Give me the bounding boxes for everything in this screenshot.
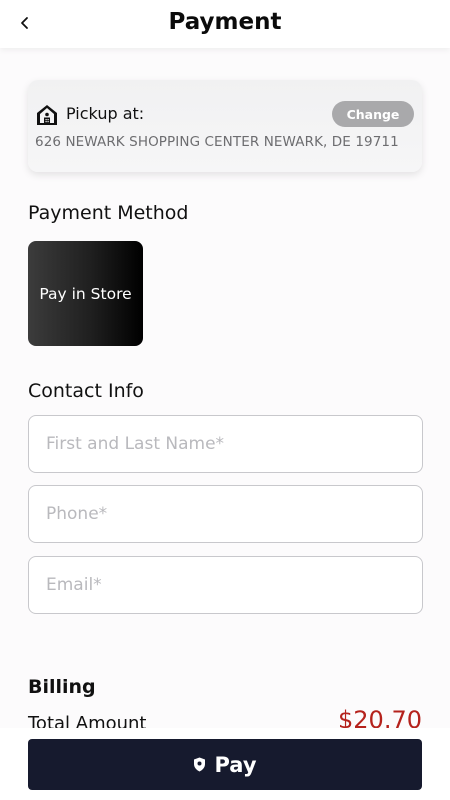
pickup-label: Pickup at:: [66, 104, 145, 123]
shield-icon: [193, 757, 206, 772]
payment-method-title: Payment Method: [28, 202, 189, 224]
app-header: Payment: [0, 0, 450, 48]
phone-input[interactable]: [28, 485, 423, 543]
billing-title: Billing: [28, 676, 96, 698]
contact-info-title: Contact Info: [28, 380, 144, 402]
name-input[interactable]: [28, 415, 423, 473]
page-title: Payment: [168, 9, 282, 35]
email-input[interactable]: [28, 556, 423, 614]
pay-button[interactable]: Pay: [28, 739, 422, 790]
change-location-button[interactable]: Change: [332, 101, 414, 127]
pay-button-label: Pay: [214, 752, 257, 777]
pay-in-store-option[interactable]: Pay in Store: [28, 241, 143, 346]
pickup-card: Pickup at: Change 626 NEWARK SHOPPING CE…: [28, 80, 422, 172]
pickup-address: 626 NEWARK SHOPPING CENTER NEWARK, DE 19…: [35, 134, 399, 150]
house-icon: [36, 104, 58, 126]
